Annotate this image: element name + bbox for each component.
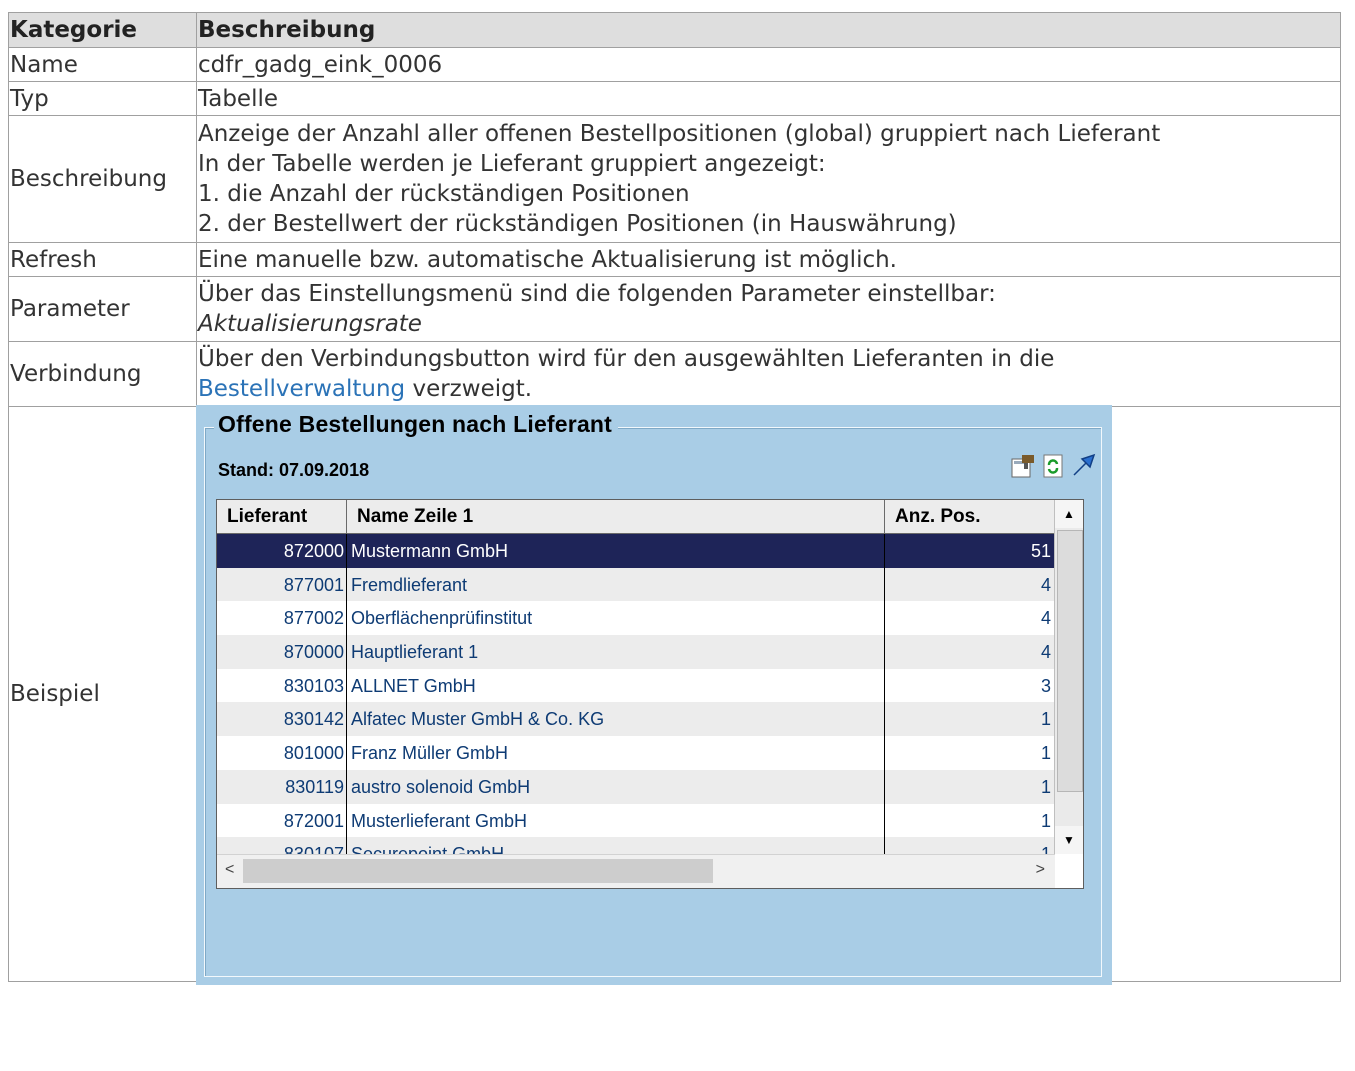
label-verbindung: Verbindung bbox=[8, 341, 197, 407]
parameter-line-2: Aktualisierungsrate bbox=[198, 311, 422, 337]
verbindung-line-2: Bestellverwaltung verzweigt. bbox=[198, 374, 1338, 404]
horizontal-scrollbar[interactable]: < > bbox=[217, 854, 1055, 888]
scroll-up-icon[interactable]: ▲ bbox=[1055, 500, 1083, 528]
cell-name: Mustermann GmbH bbox=[347, 534, 885, 568]
row-typ: Typ Tabelle bbox=[8, 81, 1341, 116]
cell-anz: 4 bbox=[1040, 642, 1051, 663]
verbindung-line-1: Über den Verbindungsbutton wird für den … bbox=[198, 346, 1055, 372]
table-row[interactable]: 872001 Musterlieferant GmbH 1 bbox=[217, 803, 1055, 838]
parameter-line-1: Über das Einstellungsmenü sind die folge… bbox=[198, 281, 996, 307]
value-beispiel: Offene Bestellungen nach Lieferant Stand… bbox=[196, 405, 1341, 985]
table-row[interactable]: 830142 Alfatec Muster GmbH & Co. KG 1 bbox=[217, 702, 1055, 737]
cell-name: austro solenoid GmbH bbox=[347, 769, 885, 804]
example-widget: Offene Bestellungen nach Lieferant Stand… bbox=[196, 405, 1112, 985]
beschreibung-line-1: Anzeige der Anzahl aller offenen Bestell… bbox=[198, 121, 1161, 147]
row-parameter: Parameter Über das Einstellungsmenü sind… bbox=[8, 276, 1341, 342]
value-beschreibung: Anzeige der Anzahl aller offenen Bestell… bbox=[196, 115, 1341, 243]
cell-lieferant: 830119 bbox=[217, 769, 347, 804]
cell-lieferant: 801000 bbox=[217, 736, 347, 770]
vertical-scroll-thumb[interactable] bbox=[1057, 530, 1083, 792]
value-verbindung: Über den Verbindungsbutton wird für den … bbox=[196, 341, 1341, 407]
refresh-icon[interactable] bbox=[1040, 453, 1066, 479]
table-row[interactable]: 870000 Hauptlieferant 1 4 bbox=[217, 635, 1055, 669]
info-table: Kategorie Beschreibung Name cdfr_gadg_ei… bbox=[8, 12, 1341, 985]
col-name-zeile-1[interactable]: Name Zeile 1 bbox=[347, 500, 885, 533]
widget-toolbar bbox=[1010, 453, 1096, 479]
scroll-down-icon[interactable]: ▼ bbox=[1055, 826, 1083, 854]
stand-date: Stand: 07.09.2018 bbox=[218, 460, 370, 480]
col-anz-pos[interactable]: Anz. Pos. bbox=[885, 500, 1055, 533]
scroll-left-icon[interactable]: < bbox=[225, 861, 234, 879]
header-beschreibung: Beschreibung bbox=[196, 12, 1341, 48]
cell-name: Alfatec Muster GmbH & Co. KG bbox=[347, 702, 885, 737]
cell-anz: 51 bbox=[1030, 541, 1051, 561]
cell-anz: 1 bbox=[1040, 776, 1051, 797]
vertical-scrollbar[interactable]: ▲ ▼ bbox=[1054, 500, 1083, 854]
cell-anz: 4 bbox=[1040, 608, 1051, 629]
cell-lieferant: 872001 bbox=[217, 803, 347, 838]
beschreibung-line-4: 2. der Bestellwert der rückständigen Pos… bbox=[198, 211, 957, 237]
col-lieferant[interactable]: Lieferant bbox=[217, 500, 347, 533]
value-typ: Tabelle bbox=[196, 81, 1341, 116]
row-verbindung: Verbindung Über den Verbindungsbutton wi… bbox=[8, 341, 1341, 407]
beschreibung-line-3: 1. die Anzahl der rückständigen Position… bbox=[198, 181, 690, 207]
table-row[interactable]: 830119 austro solenoid GmbH 1 bbox=[217, 769, 1055, 804]
grid-rows: 872000 Mustermann GmbH 51 877001 Fremdliefe… bbox=[217, 534, 1055, 888]
label-refresh: Refresh bbox=[8, 242, 197, 277]
cell-anz: 1 bbox=[1040, 810, 1051, 831]
settings-icon[interactable] bbox=[1010, 453, 1036, 479]
cell-lieferant: 870000 bbox=[217, 635, 347, 669]
bestellverwaltung-link[interactable]: Bestellverwaltung bbox=[198, 376, 405, 402]
table-row[interactable]: 801000 Franz Müller GmbH 1 bbox=[217, 736, 1055, 770]
row-beschreibung: Beschreibung Anzeige der Anzahl aller of… bbox=[8, 115, 1341, 243]
value-name: cdfr_gadg_eink_0006 bbox=[196, 47, 1341, 82]
table-row[interactable]: 877001 Fremdlieferant 4 bbox=[217, 567, 1055, 602]
scroll-right-icon[interactable]: > bbox=[1036, 861, 1045, 879]
label-typ: Typ bbox=[8, 81, 197, 116]
header-kategorie: Kategorie bbox=[8, 12, 197, 48]
row-refresh: Refresh Eine manuelle bzw. automatische … bbox=[8, 242, 1341, 277]
cell-anz: 4 bbox=[1040, 574, 1051, 595]
link-arrow-icon[interactable] bbox=[1070, 453, 1096, 479]
cell-anz: 1 bbox=[1040, 709, 1051, 730]
verbindung-suffix: verzweigt. bbox=[405, 376, 533, 402]
row-name: Name cdfr_gadg_eink_0006 bbox=[8, 47, 1341, 82]
grid-header: Lieferant Name Zeile 1 Anz. Pos. bbox=[217, 500, 1055, 534]
widget-title: Offene Bestellungen nach Lieferant bbox=[214, 411, 619, 438]
label-beispiel: Beispiel bbox=[8, 406, 197, 982]
cell-name: Musterlieferant GmbH bbox=[347, 803, 885, 838]
supplier-grid: Lieferant Name Zeile 1 Anz. Pos. 872000 M… bbox=[216, 499, 1084, 889]
cell-anz: 1 bbox=[1040, 743, 1051, 764]
row-beispiel: Beispiel Offene Bestellungen nach Liefer… bbox=[8, 405, 1341, 985]
cell-name: Hauptlieferant 1 bbox=[347, 635, 885, 669]
cell-lieferant: 877001 bbox=[217, 567, 347, 602]
cell-lieferant: 877002 bbox=[217, 601, 347, 636]
cell-anz: 3 bbox=[1040, 675, 1051, 696]
label-beschreibung: Beschreibung bbox=[8, 115, 197, 243]
value-parameter: Über das Einstellungsmenü sind die folge… bbox=[196, 276, 1341, 342]
cell-name: Oberflächenprüfinstitut bbox=[347, 601, 885, 636]
cell-lieferant: 830142 bbox=[217, 702, 347, 737]
label-parameter: Parameter bbox=[8, 276, 197, 342]
cell-lieferant: 830103 bbox=[217, 668, 347, 703]
cell-name: ALLNET GmbH bbox=[347, 668, 885, 703]
cell-name: Franz Müller GmbH bbox=[347, 736, 885, 770]
table-header-row: Kategorie Beschreibung bbox=[8, 12, 1341, 48]
beschreibung-line-2: In der Tabelle werden je Lieferant grupp… bbox=[198, 151, 826, 177]
value-refresh: Eine manuelle bzw. automatische Aktualis… bbox=[196, 242, 1341, 277]
label-name: Name bbox=[8, 47, 197, 82]
cell-lieferant: 872000 bbox=[217, 534, 347, 568]
table-row[interactable]: 872000 Mustermann GmbH 51 bbox=[217, 534, 1055, 568]
table-row[interactable]: 877002 Oberflächenprüfinstitut 4 bbox=[217, 601, 1055, 636]
table-row[interactable]: 830103 ALLNET GmbH 3 bbox=[217, 668, 1055, 703]
cell-name: Fremdlieferant bbox=[347, 567, 885, 602]
horizontal-scroll-thumb[interactable] bbox=[243, 859, 713, 883]
